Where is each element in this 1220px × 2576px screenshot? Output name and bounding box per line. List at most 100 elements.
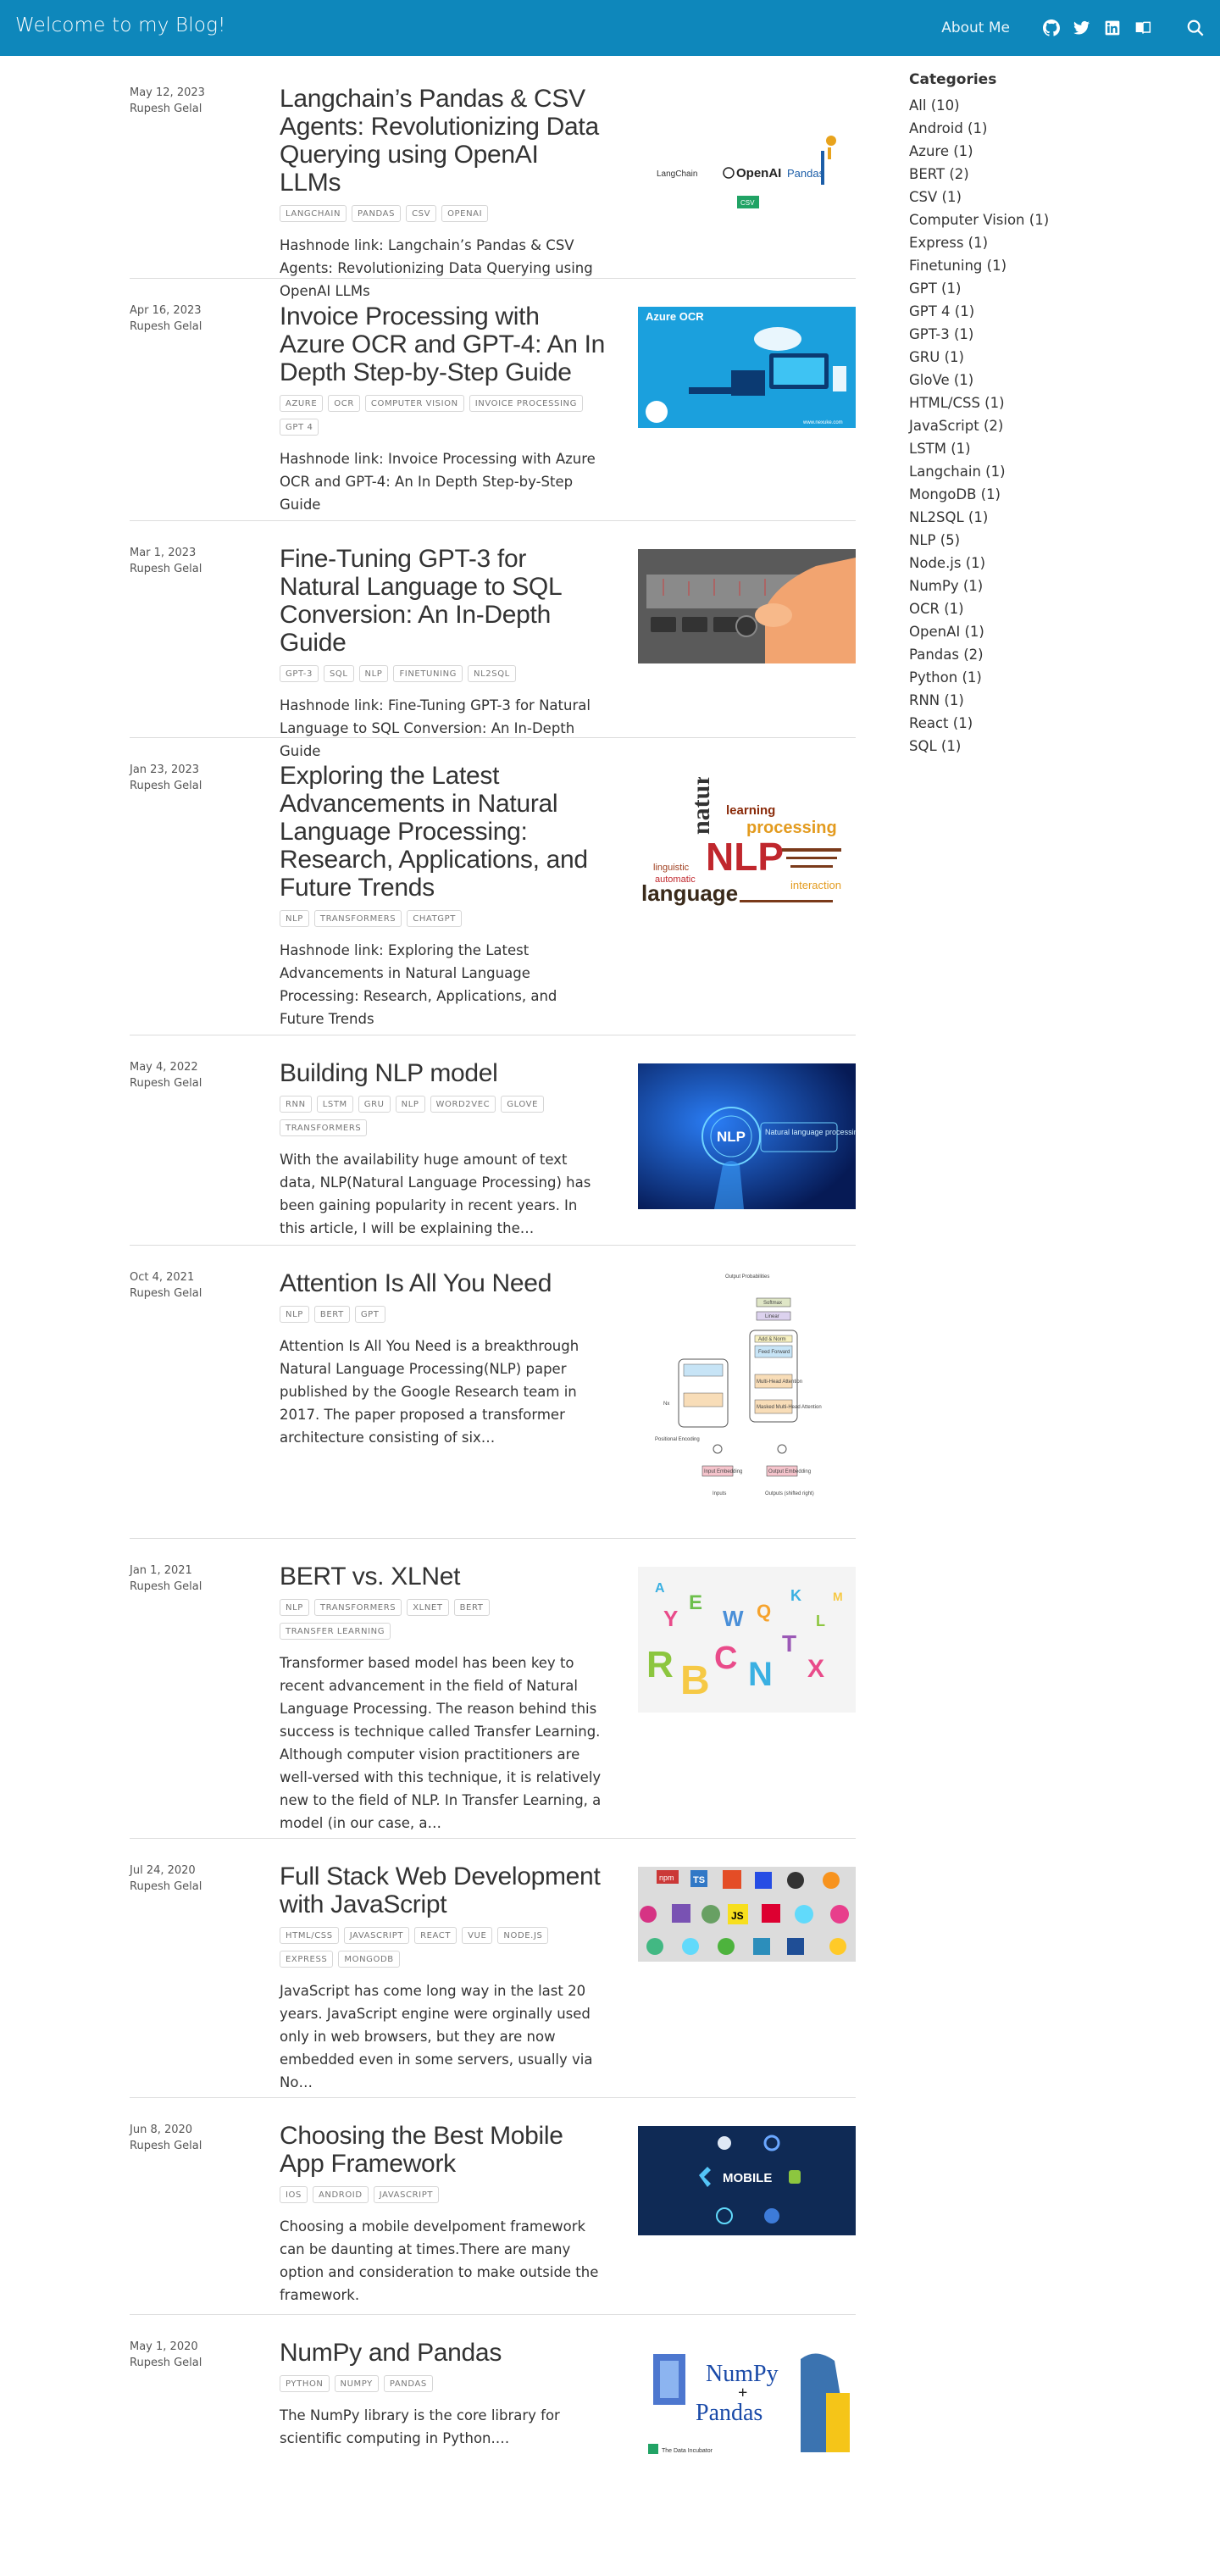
tag[interactable]: WORD2VEC <box>430 1096 496 1113</box>
github-icon[interactable] <box>1042 19 1061 37</box>
post-title[interactable]: Fine-Tuning GPT-3 for Natural Language t… <box>280 545 606 657</box>
category-link[interactable]: NumPy (1) <box>909 575 1163 597</box>
about-me-link[interactable]: About Me <box>941 19 1010 36</box>
category-link[interactable]: Langchain (1) <box>909 460 1163 483</box>
post-listing[interactable]: May 1, 2020 Rupesh Gelal NumPy and Panda… <box>130 2339 856 2474</box>
post-listing[interactable]: May 4, 2022 Rupesh Gelal Building NLP mo… <box>130 1059 856 1246</box>
category-link[interactable]: MongoDB (1) <box>909 483 1163 506</box>
category-link[interactable]: All (10) <box>909 94 1163 117</box>
post-thumbnail[interactable]: npm TS JS <box>638 1867 856 1962</box>
tag[interactable]: GPT-3 <box>280 665 319 682</box>
tag[interactable]: TRANSFER LEARNING <box>280 1623 391 1640</box>
twitter-icon[interactable] <box>1073 19 1091 37</box>
post-title[interactable]: Attention Is All You Need <box>280 1269 606 1297</box>
tag[interactable]: OCR <box>328 395 360 412</box>
tag[interactable]: INVOICE PROCESSING <box>469 395 583 412</box>
post-thumbnail[interactable]: MOBILE <box>638 2126 856 2235</box>
post-title[interactable]: Choosing the Best Mobile App Framework <box>280 2122 606 2178</box>
category-link[interactable]: LSTM (1) <box>909 437 1163 460</box>
category-link[interactable]: GloVe (1) <box>909 369 1163 391</box>
post-title[interactable]: Full Stack Web Development with JavaScri… <box>280 1863 606 1918</box>
category-link[interactable]: CSV (1) <box>909 186 1163 208</box>
tag[interactable]: PANDAS <box>352 205 402 222</box>
tag[interactable]: RNN <box>280 1096 312 1113</box>
post-thumbnail[interactable]: LangChain OpenAI Pandas CSV <box>638 107 856 208</box>
tag[interactable]: NLP <box>395 1096 425 1113</box>
tag[interactable]: REACT <box>414 1927 458 1944</box>
tag[interactable]: NODE.JS <box>497 1927 549 1944</box>
post-listing[interactable]: May 12, 2023 Rupesh Gelal Langchain’s Pa… <box>130 85 856 299</box>
post-listing[interactable]: Oct 4, 2021 Rupesh Gelal Attention Is Al… <box>130 1269 856 1539</box>
tag[interactable]: AZURE <box>280 395 324 412</box>
post-listing[interactable]: Jan 1, 2021 Rupesh Gelal BERT vs. XLNet … <box>130 1563 856 1839</box>
tag[interactable]: FINETUNING <box>393 665 463 682</box>
tag[interactable]: NLP <box>280 910 309 927</box>
category-link[interactable]: React (1) <box>909 712 1163 735</box>
tag[interactable]: NLP <box>358 665 389 682</box>
post-thumbnail[interactable]: NLP Natural language processing <box>638 1063 856 1209</box>
tag[interactable]: TRANSFORMERS <box>313 1599 402 1616</box>
book-icon[interactable] <box>1134 19 1152 37</box>
tag[interactable]: SQL <box>323 665 354 682</box>
site-title[interactable]: Welcome to my Blog! <box>15 14 226 36</box>
post-listing[interactable]: Jun 8, 2020 Rupesh Gelal Choosing the Be… <box>130 2122 856 2315</box>
tag[interactable]: BERT <box>453 1599 490 1616</box>
category-link[interactable]: Android (1) <box>909 117 1163 140</box>
tag[interactable]: BERT <box>313 1306 350 1323</box>
tag[interactable]: ANDROID <box>312 2186 369 2203</box>
category-link[interactable]: GPT (1) <box>909 277 1163 300</box>
tag[interactable]: GPT <box>354 1306 385 1323</box>
tag[interactable]: JAVASCRIPT <box>343 1927 410 1944</box>
post-listing[interactable]: Jan 23, 2023 Rupesh Gelal Exploring the … <box>130 762 856 1035</box>
tag[interactable]: NUMPY <box>334 2375 379 2392</box>
category-link[interactable]: Azure (1) <box>909 140 1163 163</box>
category-link[interactable]: NLP (5) <box>909 529 1163 552</box>
tag[interactable]: CSV <box>406 205 437 222</box>
tag[interactable]: PYTHON <box>280 2375 330 2392</box>
post-title[interactable]: BERT vs. XLNet <box>280 1563 606 1591</box>
tag[interactable]: NL2SQL <box>468 665 516 682</box>
tag[interactable]: GRU <box>358 1096 391 1113</box>
tag[interactable]: PANDAS <box>383 2375 433 2392</box>
tag[interactable]: MONGODB <box>338 1951 400 1968</box>
post-listing[interactable]: Jul 24, 2020 Rupesh Gelal Full Stack Web… <box>130 1863 856 2098</box>
category-link[interactable]: OCR (1) <box>909 597 1163 620</box>
post-title[interactable]: NumPy and Pandas <box>280 2339 606 2367</box>
tag[interactable]: XLNET <box>407 1599 449 1616</box>
tag[interactable]: NLP <box>280 1599 309 1616</box>
category-link[interactable]: BERT (2) <box>909 163 1163 186</box>
tag[interactable]: VUE <box>462 1927 493 1944</box>
post-thumbnail[interactable]: Azure OCR www.nexuke.com <box>638 307 856 428</box>
tag[interactable]: TRANSFORMERS <box>280 1119 368 1136</box>
post-thumbnail[interactable]: NumPy + Pandas The Data Incubator <box>638 2342 856 2461</box>
tag[interactable]: LANGCHAIN <box>280 205 347 222</box>
category-link[interactable]: JavaScript (2) <box>909 414 1163 437</box>
category-link[interactable]: SQL (1) <box>909 735 1163 758</box>
category-link[interactable]: Express (1) <box>909 231 1163 254</box>
tag[interactable]: LSTM <box>316 1096 353 1113</box>
tag[interactable]: HTML/CSS <box>280 1927 339 1944</box>
category-link[interactable]: GPT-3 (1) <box>909 323 1163 346</box>
category-link[interactable]: HTML/CSS (1) <box>909 391 1163 414</box>
tag[interactable]: JAVASCRIPT <box>373 2186 440 2203</box>
post-listing[interactable]: Apr 16, 2023 Rupesh Gelal Invoice Proces… <box>130 303 856 521</box>
post-title[interactable]: Exploring the Latest Advancements in Nat… <box>280 762 606 902</box>
tag[interactable]: CHATGPT <box>407 910 462 927</box>
tag[interactable]: TRANSFORMERS <box>313 910 402 927</box>
category-link[interactable]: OpenAI (1) <box>909 620 1163 643</box>
post-title[interactable]: Invoice Processing with Azure OCR and GP… <box>280 303 606 386</box>
category-link[interactable]: Node.js (1) <box>909 552 1163 575</box>
search-icon[interactable] <box>1186 19 1205 37</box>
tag[interactable]: OPENAI <box>441 205 489 222</box>
post-thumbnail[interactable]: Output Probabilities Softmax Linear Add … <box>638 1269 856 1515</box>
tag[interactable]: EXPRESS <box>280 1951 334 1968</box>
category-link[interactable]: GRU (1) <box>909 346 1163 369</box>
category-link[interactable]: RNN (1) <box>909 689 1163 712</box>
tag[interactable]: GLOVE <box>501 1096 545 1113</box>
post-title[interactable]: Building NLP model <box>280 1059 606 1087</box>
tag[interactable]: NLP <box>280 1306 309 1323</box>
linkedin-icon[interactable] <box>1103 19 1122 37</box>
category-link[interactable]: NL2SQL (1) <box>909 506 1163 529</box>
tag[interactable]: GPT 4 <box>280 419 319 436</box>
post-listing[interactable]: Mar 1, 2023 Rupesh Gelal Fine-Tuning GPT… <box>130 545 856 759</box>
